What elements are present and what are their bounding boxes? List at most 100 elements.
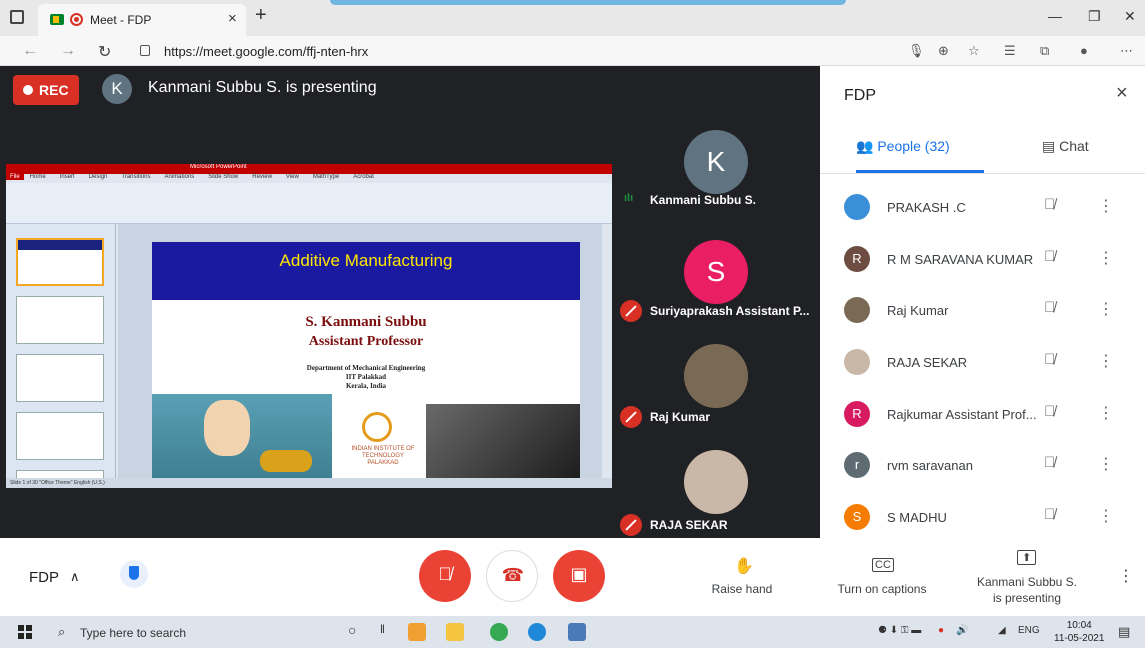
list-item[interactable]: Raj Kumar 🎙̸ ⋮ <box>820 287 1145 339</box>
participant-tile[interactable]: RAJA SEKAR <box>612 434 820 538</box>
browser-tab[interactable]: Meet - FDP × <box>38 4 246 36</box>
more-options-icon[interactable]: ⋮ <box>1118 566 1134 586</box>
more-icon[interactable]: ⋯ <box>1120 43 1133 59</box>
captions-icon[interactable]: CC <box>872 558 894 572</box>
url-field[interactable]: https://meet.google.com/ffj-nten-hrx <box>128 39 890 63</box>
raise-hand-icon[interactable]: ✋ <box>734 556 754 576</box>
back-icon[interactable]: ← <box>22 42 38 60</box>
new-tab-button[interactable]: + <box>255 4 267 27</box>
more-options-icon[interactable]: ⋮ <box>1098 351 1114 371</box>
favorite-icon[interactable]: ☆ <box>968 43 980 59</box>
list-item[interactable]: r rvm saravanan 🎙̸ ⋮ <box>820 442 1145 494</box>
chat-tab-label: Chat <box>1059 138 1089 154</box>
file-explorer-icon[interactable] <box>446 623 464 641</box>
taskbar: ⌕ Type here to search ○ ‖ ⚈ ⬇ ⚿ ▬ ● 🔊 ◢ … <box>0 616 1145 648</box>
cortana-icon[interactable]: ○ <box>348 622 356 638</box>
app-icon[interactable] <box>568 623 586 641</box>
slide-title: Additive Manufacturing <box>279 251 453 270</box>
more-options-icon[interactable]: ⋮ <box>1098 299 1114 319</box>
mic-off-icon[interactable]: 🎙̸ <box>1044 299 1055 316</box>
participant-avatar <box>684 450 748 514</box>
favorites-list-icon[interactable]: ☰ <box>1004 43 1016 59</box>
volume-icon[interactable]: 🔊 <box>956 625 968 636</box>
more-options-icon[interactable]: ⋮ <box>1098 248 1114 268</box>
task-view-icon[interactable]: ‖ <box>380 622 385 636</box>
participant-name: RAJA SEKAR <box>650 518 728 532</box>
mic-toggle-button[interactable]: 🎙̸ <box>419 550 471 602</box>
list-item[interactable]: PRAKASH .C 🎙̸ ⋮ <box>820 184 1145 236</box>
vlc-icon[interactable] <box>408 623 426 641</box>
participant-name: Suriyaprakash Assistant P... <box>650 304 810 318</box>
participant-tile[interactable]: S Suriyaprakash Assistant P... <box>612 218 820 322</box>
mic-off-icon[interactable]: 🎙̸ <box>1044 403 1055 420</box>
tab-people[interactable]: 👥 People (32) <box>856 138 950 155</box>
language-indicator[interactable]: ENG <box>1018 625 1040 636</box>
more-options-icon[interactable]: ⋮ <box>1098 196 1114 216</box>
slide-illustration-image <box>152 394 332 478</box>
search-placeholder: Type here to search <box>80 626 187 640</box>
collections-icon[interactable]: ⧉ <box>1040 43 1049 59</box>
reload-icon[interactable]: ↻ <box>98 42 111 62</box>
leave-call-button[interactable]: ☎ <box>486 550 538 602</box>
participant-tile[interactable]: K ılı Kanmani Subbu S. <box>612 110 820 214</box>
participant-name: rvm saravanan <box>887 458 973 473</box>
mic-off-icon[interactable]: 🎙̸ <box>1044 351 1055 368</box>
wifi-icon[interactable]: ◢ <box>998 625 1006 636</box>
tab-close-button[interactable]: × <box>228 10 237 27</box>
slide-thumbnail <box>16 296 104 344</box>
notifications-icon[interactable]: ▤ <box>1118 624 1130 640</box>
tray-app-icon[interactable]: ● <box>938 625 944 636</box>
slide-photo-image <box>426 404 580 478</box>
host-controls-icon[interactable] <box>120 560 148 588</box>
participant-name: Kanmani Subbu S. <box>650 193 757 207</box>
mic-off-icon[interactable]: 🎙̸ <box>1044 506 1055 523</box>
slide-thumbnail <box>16 354 104 402</box>
more-options-icon[interactable]: ⋮ <box>1098 454 1114 474</box>
tab-chat[interactable]: ▤ Chat <box>1042 138 1089 155</box>
minimize-icon[interactable]: — <box>1048 8 1062 24</box>
mic-permission-icon[interactable]: 🎙 <box>908 43 925 59</box>
muted-icon <box>620 300 642 322</box>
slide-author-name: S. Kanmani Subbu <box>305 314 427 330</box>
participant-avatar: r <box>844 452 870 478</box>
tray-icons[interactable]: ⚈ ⬇ ⚿ ▬ <box>878 625 921 636</box>
mic-off-icon[interactable]: 🎙̸ <box>1044 196 1055 213</box>
panel-close-button[interactable]: × <box>1116 82 1128 105</box>
participant-name: Raj Kumar <box>650 410 711 424</box>
mic-off-icon[interactable]: 🎙̸ <box>1044 248 1055 265</box>
edge-icon[interactable] <box>528 623 546 641</box>
clock[interactable]: 10:04 11-05-2021 <box>1054 619 1104 645</box>
captions-button[interactable]: Turn on captions <box>830 582 934 596</box>
slide-department: Department of Mechanical Engineering IIT… <box>306 364 426 390</box>
taskbar-search-input[interactable]: ⌕ Type here to search <box>44 616 314 648</box>
forward-icon[interactable]: → <box>60 42 76 60</box>
participant-avatar: S <box>844 504 870 530</box>
present-icon[interactable]: ⬆ <box>1017 550 1037 565</box>
tab-actions-icon[interactable] <box>10 10 24 24</box>
mic-off-icon[interactable]: 🎙̸ <box>1044 454 1055 471</box>
zoom-icon[interactable]: ⊕ <box>938 43 949 59</box>
raise-hand-button[interactable]: Raise hand <box>706 582 778 596</box>
participant-avatar: S <box>684 240 748 304</box>
slide: Additive Manufacturing S. Kanmani Subbu … <box>152 242 580 478</box>
profile-icon[interactable]: ● <box>1080 43 1088 58</box>
ppt-ribbon <box>6 183 612 224</box>
restore-icon[interactable]: ❐ <box>1088 8 1101 25</box>
meet-favicon-icon <box>50 14 64 25</box>
list-item[interactable]: R Rajkumar Assistant Prof... 🎙̸ ⋮ <box>820 391 1145 443</box>
meeting-name[interactable]: FDP <box>29 569 59 586</box>
recording-icon <box>70 13 83 26</box>
camera-toggle-button[interactable]: ▣ <box>553 550 605 602</box>
windows-start-icon[interactable] <box>18 625 32 639</box>
list-item[interactable]: R R M SARAVANA KUMAR 🎙̸ ⋮ <box>820 236 1145 288</box>
chrome-icon[interactable] <box>490 623 508 641</box>
list-item[interactable]: RAJA SEKAR 🎙̸ ⋮ <box>820 339 1145 391</box>
more-options-icon[interactable]: ⋮ <box>1098 403 1114 423</box>
recording-badge: REC <box>13 75 79 105</box>
window-close-icon[interactable]: ✕ <box>1124 8 1136 25</box>
more-options-icon[interactable]: ⋮ <box>1098 506 1114 526</box>
chat-icon: ▤ <box>1042 138 1060 154</box>
chevron-up-icon[interactable]: ∧ <box>70 569 80 585</box>
participant-tile[interactable]: Raj Kumar <box>612 326 820 430</box>
presenting-button[interactable]: Kanmani Subbu S. is presenting <box>968 574 1086 606</box>
